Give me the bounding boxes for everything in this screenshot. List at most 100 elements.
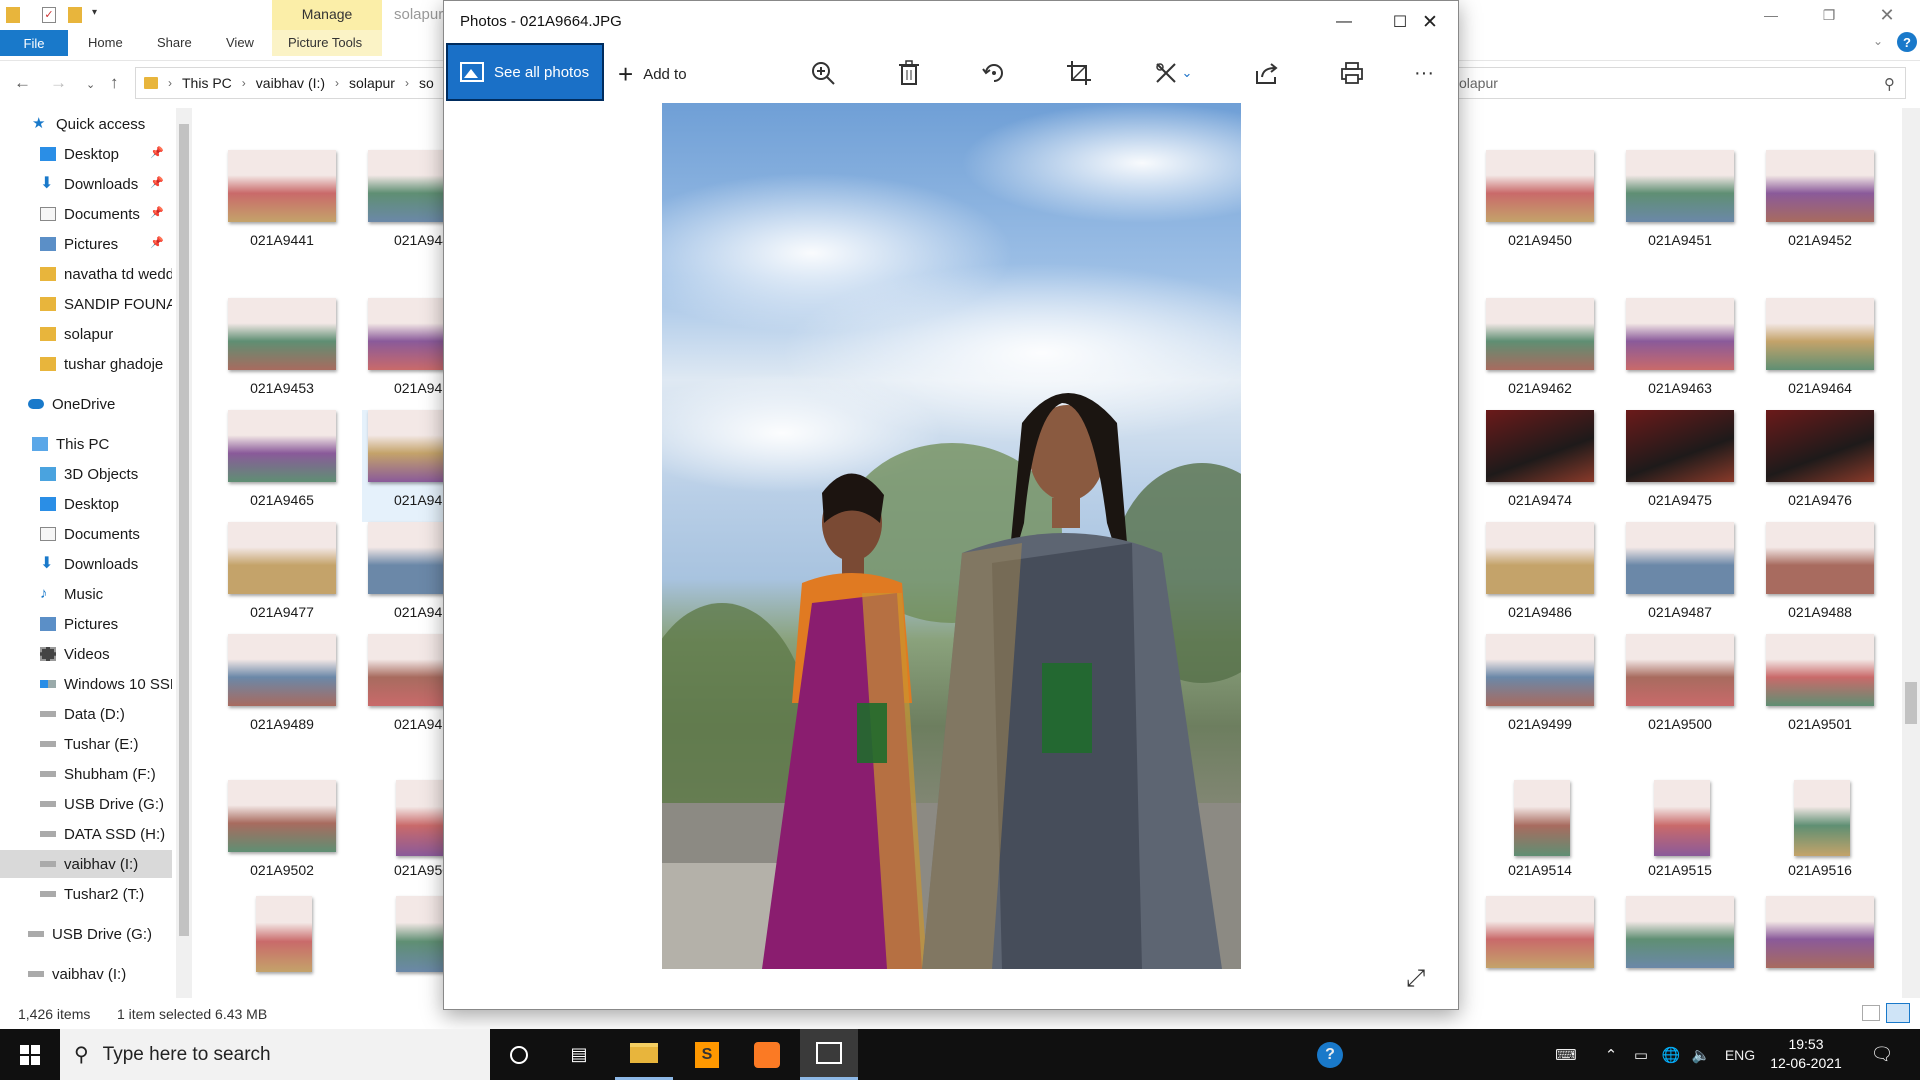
nav-onedrive[interactable]: OneDrive: [0, 390, 172, 418]
help-icon[interactable]: ?: [1897, 32, 1917, 52]
nav-quick-solapur[interactable]: solapur: [0, 320, 172, 348]
recent-locations-icon[interactable]: ⌄: [86, 78, 95, 91]
crumb-solapur[interactable]: solapur: [349, 75, 395, 91]
file-explorer-taskbar-button[interactable]: [615, 1029, 673, 1080]
nav-drive-f[interactable]: Shubham (F:): [0, 760, 172, 788]
customize-quick-access-icon[interactable]: ▾: [92, 7, 106, 23]
tab-file[interactable]: File: [0, 30, 68, 56]
nav-drive-i[interactable]: vaibhav (I:): [0, 850, 172, 878]
pin-icon[interactable]: 📌: [150, 206, 164, 219]
tab-home[interactable]: Home: [88, 35, 123, 50]
tab-view[interactable]: View: [226, 35, 254, 50]
displayed-photo[interactable]: [662, 103, 1241, 969]
thumbnail-item[interactable]: 021A9475: [1620, 410, 1740, 522]
photo-canvas[interactable]: ⤢: [444, 103, 1458, 1009]
nav-vaibhav[interactable]: vaibhav (I:): [0, 960, 172, 988]
thumbnail-item[interactable]: 021A9476: [1760, 410, 1880, 522]
nav-usb-drive[interactable]: USB Drive (G:): [0, 920, 172, 948]
thumbnail-item[interactable]: [1480, 896, 1600, 1008]
chevron-down-icon[interactable]: ⌄: [1182, 65, 1193, 81]
nav-quick-pictures[interactable]: Pictures 📌: [0, 230, 172, 258]
nav-quick-desktop[interactable]: Desktop 📌: [0, 140, 172, 168]
tab-picture-tools[interactable]: Picture Tools: [288, 35, 362, 50]
share-icon[interactable]: [1249, 55, 1285, 91]
up-arrow-icon[interactable]: ↑: [110, 73, 119, 93]
nav-quick-access[interactable]: ★ Quick access: [0, 110, 172, 138]
thumbnail-item[interactable]: 021A9487: [1620, 522, 1740, 634]
network-icon[interactable]: 🌐: [1658, 1029, 1684, 1080]
large-icons-view-icon[interactable]: [1886, 1003, 1910, 1023]
back-arrow-icon[interactable]: ←: [14, 73, 31, 93]
nav-drive-c[interactable]: Windows 10 SSD (C:): [0, 670, 172, 698]
thumbnail-item[interactable]: 021A9499: [1480, 634, 1600, 746]
language-indicator[interactable]: ENG: [1722, 1029, 1758, 1080]
thumbnail-item[interactable]: 021A9516: [1760, 780, 1880, 892]
more-icon[interactable]: ···: [1406, 55, 1442, 91]
xampp-taskbar-button[interactable]: [738, 1029, 796, 1080]
photos-minimize-button[interactable]: —: [1316, 1, 1372, 43]
nav-quick-tushar[interactable]: tushar ghadoje: [0, 350, 172, 378]
print-icon[interactable]: [1334, 55, 1370, 91]
explorer-restore-button[interactable]: ❐: [1800, 0, 1858, 30]
thumbnail-item[interactable]: 021A9502: [222, 780, 342, 892]
nav-videos[interactable]: Videos: [0, 640, 172, 668]
pin-icon[interactable]: 📌: [150, 146, 164, 159]
nav-drive-g[interactable]: USB Drive (G:): [0, 790, 172, 818]
pin-icon[interactable]: 📌: [150, 236, 164, 249]
show-hidden-icons-icon[interactable]: ⌃: [1600, 1029, 1622, 1080]
thumbnail-item[interactable]: 021A9514: [1480, 780, 1600, 892]
crumb-vaibhav[interactable]: vaibhav (I:): [256, 75, 325, 91]
folder-icon[interactable]: [6, 7, 20, 23]
notifications-icon[interactable]: 🗨: [1862, 1029, 1902, 1080]
thumbnail-item[interactable]: 021A9453: [222, 298, 342, 410]
content-scrollbar[interactable]: [1902, 108, 1920, 998]
new-folder-icon[interactable]: [68, 7, 82, 23]
nav-quick-sandip[interactable]: SANDIP FOUNADTION: [0, 290, 172, 318]
nav-documents[interactable]: Documents: [0, 520, 172, 548]
nav-drive-t[interactable]: Tushar2 (T:): [0, 880, 172, 908]
content-scrollbar-thumb[interactable]: [1905, 682, 1917, 724]
expand-ribbon-icon[interactable]: ⌄: [1873, 34, 1883, 48]
nav-music[interactable]: ♪ Music: [0, 580, 172, 608]
nav-desktop[interactable]: Desktop: [0, 490, 172, 518]
help-tray-icon[interactable]: ?: [1312, 1029, 1348, 1080]
search-input[interactable]: olapur ⚲: [1452, 67, 1906, 99]
crop-icon[interactable]: [1061, 55, 1097, 91]
thumbnail-item[interactable]: [1760, 896, 1880, 1008]
thumbnail-item[interactable]: 021A9441: [222, 150, 342, 262]
nav-scrollbar[interactable]: [176, 108, 192, 998]
thumbnail-item[interactable]: 021A9465: [222, 410, 342, 522]
edit-icon[interactable]: ⌄: [1148, 55, 1198, 91]
pin-icon[interactable]: 📌: [150, 176, 164, 189]
details-view-icon[interactable]: [1862, 1005, 1880, 1021]
thumbnail-item[interactable]: 021A9488: [1760, 522, 1880, 634]
touch-keyboard-icon[interactable]: ⌨: [1548, 1029, 1584, 1080]
nav-3d-objects[interactable]: 3D Objects: [0, 460, 172, 488]
explorer-close-button[interactable]: ✕: [1858, 0, 1916, 30]
nav-drive-h[interactable]: DATA SSD (H:): [0, 820, 172, 848]
thumbnail-item[interactable]: 021A9464: [1760, 298, 1880, 410]
expand-icon[interactable]: ⤢: [1406, 965, 1425, 993]
properties-icon[interactable]: ✓: [42, 7, 56, 23]
taskbar-search-box[interactable]: ⚲ Type here to search: [60, 1029, 490, 1080]
explorer-minimize-button[interactable]: —: [1742, 0, 1800, 30]
thumbnail-item[interactable]: 021A9477: [222, 522, 342, 634]
crumb-this-pc[interactable]: This PC: [182, 75, 232, 91]
forward-arrow-icon[interactable]: →: [50, 73, 67, 93]
tab-share[interactable]: Share: [157, 35, 192, 50]
clock[interactable]: 19:53 12-06-2021: [1766, 1035, 1846, 1073]
thumbnail-item[interactable]: 021A9515: [1620, 780, 1740, 892]
thumbnail-item[interactable]: 021A9501: [1760, 634, 1880, 746]
thumbnail-item[interactable]: 021A9474: [1480, 410, 1600, 522]
sublime-taskbar-button[interactable]: S: [678, 1029, 736, 1080]
zoom-icon[interactable]: [805, 55, 841, 91]
thumbnail-item[interactable]: 021A9451: [1620, 150, 1740, 262]
crumb-subfolder[interactable]: so: [419, 75, 434, 91]
thumbnail-item[interactable]: 021A9486: [1480, 522, 1600, 634]
battery-icon[interactable]: ▭: [1628, 1029, 1654, 1080]
thumbnail-item[interactable]: 021A9489: [222, 634, 342, 746]
thumbnail-item[interactable]: 021A9463: [1620, 298, 1740, 410]
rotate-icon[interactable]: [976, 55, 1012, 91]
thumbnail-item[interactable]: [222, 896, 342, 1008]
nav-this-pc[interactable]: This PC: [0, 430, 172, 458]
